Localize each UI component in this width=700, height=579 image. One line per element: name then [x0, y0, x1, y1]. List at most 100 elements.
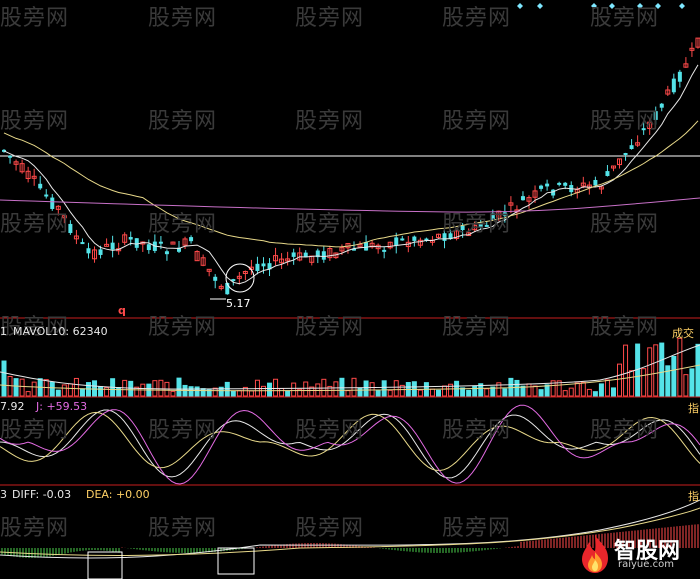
volume-bar [429, 388, 435, 397]
candle-body [545, 183, 550, 187]
volume-bar [586, 388, 592, 397]
candle-body [484, 224, 489, 227]
volume-bar [19, 378, 25, 397]
volume-bar [200, 388, 206, 397]
volume-bar [176, 377, 182, 397]
site-logo: 智股网 raiyue.com [578, 532, 696, 576]
volume-bar [357, 387, 363, 397]
kdj-prefix-label: 7.92 [0, 400, 25, 413]
volume-bar [677, 337, 683, 397]
volume-bar [532, 385, 538, 397]
candle-body [158, 241, 163, 244]
candle-body [50, 197, 55, 209]
volume-bar [351, 377, 357, 397]
candle-body [164, 251, 169, 255]
candle-body [364, 242, 369, 251]
candle-body [520, 196, 525, 201]
volume-bar [393, 380, 399, 397]
volume-bar [1, 360, 7, 397]
top-diamond [655, 3, 661, 9]
candle-body [641, 128, 646, 131]
candle-body [412, 236, 417, 241]
volume-bar [279, 388, 285, 397]
macd-side-label: 指 [688, 490, 699, 503]
volume-bar [369, 382, 375, 397]
candle-body [68, 223, 73, 233]
candle-body [261, 263, 266, 267]
volume-bar [248, 390, 254, 397]
volume-bar [333, 381, 339, 397]
volume-bar [345, 390, 351, 397]
volume-bar [98, 386, 104, 397]
volume-bar [375, 390, 381, 397]
stray-label: q [118, 304, 126, 317]
candle-body [557, 182, 562, 185]
volume-bar [303, 381, 309, 397]
volume-bar [55, 389, 61, 397]
volume-bar [230, 390, 236, 397]
volume-bar [653, 344, 659, 397]
volume-bar [544, 384, 550, 397]
candle-body [671, 78, 676, 93]
volume-bar [339, 377, 345, 397]
volume-bar [538, 389, 544, 397]
candle-body [86, 248, 91, 254]
volume-bar [580, 382, 586, 397]
volume-bar [659, 342, 665, 397]
candle-body [502, 212, 507, 216]
candle-body [478, 223, 483, 228]
volume-bar [484, 388, 490, 397]
volume-bar [623, 344, 629, 397]
volume-bar [31, 381, 37, 397]
volume-bar [695, 343, 700, 397]
candle-body [80, 242, 85, 245]
candle-body [291, 252, 296, 257]
candle-body [8, 155, 13, 158]
candle-body [490, 213, 495, 221]
candle-body [605, 171, 610, 176]
candle-body [629, 145, 634, 150]
macd-box-1 [87, 551, 123, 579]
volume-prefix-label: 1 [0, 325, 7, 338]
volume-bar [502, 388, 508, 397]
candle-body [38, 183, 43, 189]
volume-bar [285, 390, 291, 397]
candle-body [44, 194, 49, 197]
volume-side-label: 成交 [672, 327, 694, 340]
candle-body [128, 237, 133, 240]
ma-short-line [3, 64, 699, 285]
volume-bar [67, 383, 73, 397]
macd-prefix-label: 3 [0, 488, 7, 501]
kdj-j-label: J: +59.53 [36, 400, 88, 413]
candle-body [659, 103, 664, 108]
volume-bar [13, 378, 19, 397]
volume-bar [170, 390, 176, 397]
candle-body [593, 179, 598, 186]
top-diamond [537, 3, 543, 9]
candle-body [677, 71, 682, 82]
logo-url: raiyue.com [618, 559, 674, 570]
candle-body [134, 238, 139, 248]
volume-bar [665, 365, 671, 397]
volume-bar [514, 379, 520, 397]
candle-body [321, 251, 326, 260]
candle-body [460, 225, 465, 231]
candle-body [110, 242, 115, 250]
volume-bar [689, 368, 695, 397]
kdj-j-line [0, 404, 700, 485]
candle-body [653, 111, 658, 120]
volume-bar [683, 374, 689, 397]
volume-bar [574, 382, 580, 397]
candle-body [382, 249, 387, 252]
volume-bar [188, 386, 194, 397]
volume-bar [387, 389, 393, 397]
volume-bar [291, 382, 297, 397]
volume-bar [562, 390, 568, 397]
volume-bar [671, 355, 677, 397]
volume-bar [158, 379, 164, 397]
volume-ma-line [0, 344, 700, 390]
volume-bar [315, 383, 321, 397]
candle-body [189, 237, 194, 242]
top-diamond [609, 3, 615, 9]
kdj-side-label: 指 [688, 402, 699, 415]
